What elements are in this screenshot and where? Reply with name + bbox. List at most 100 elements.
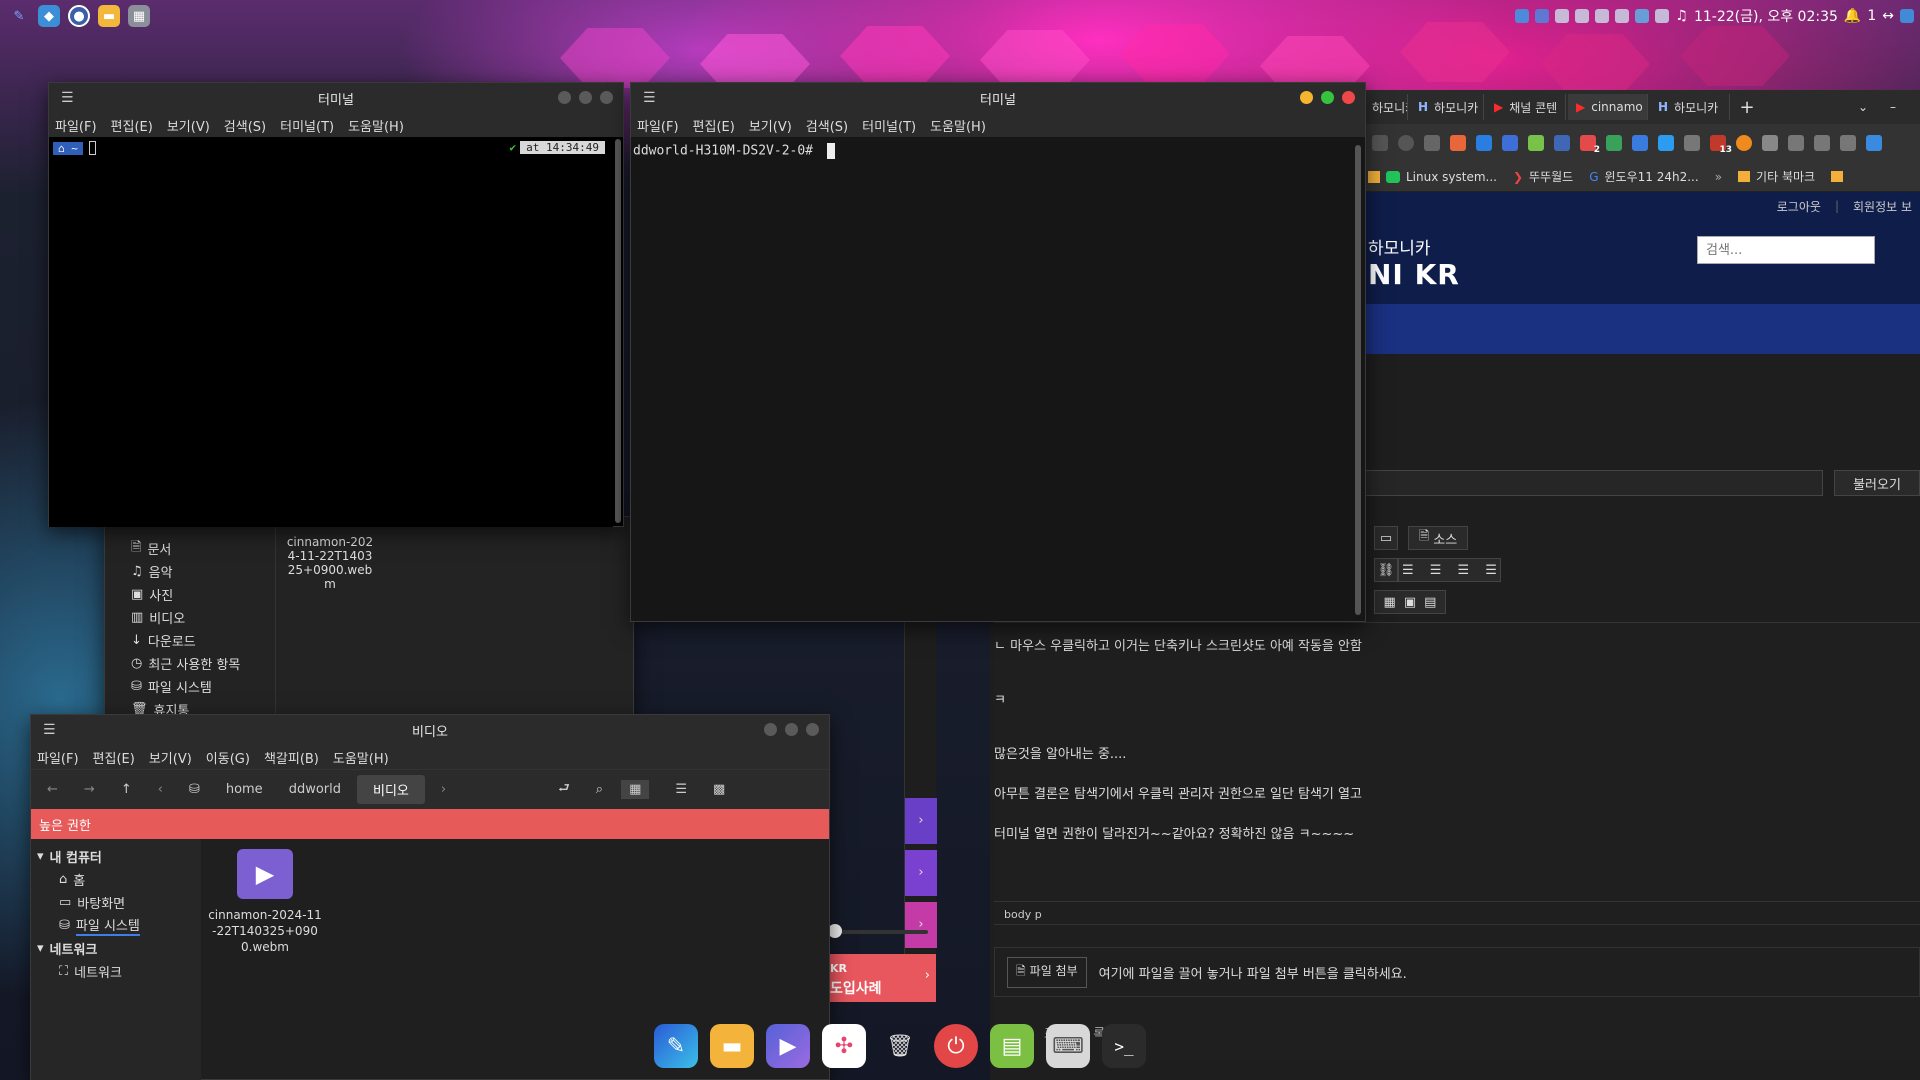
slider-handle[interactable]: [828, 924, 842, 938]
clipboard-icon[interactable]: [1555, 9, 1570, 23]
arrows-icon[interactable]: ↔: [1882, 8, 1894, 24]
tab-channel[interactable]: ▶ 채널 콘텐: [1486, 94, 1566, 120]
titlebar[interactable]: ☰ 비디오: [31, 715, 829, 745]
installer-icon[interactable]: ▤: [990, 1024, 1034, 1068]
extension-icon[interactable]: [1736, 135, 1752, 151]
brand-en[interactable]: NI KR: [1368, 258, 1460, 291]
bookmark-ddworld[interactable]: ❯ 뚜뚜월드: [1513, 168, 1573, 185]
app-tray-icon[interactable]: [1535, 9, 1550, 23]
menu-view[interactable]: 보기(V): [149, 748, 192, 767]
menu-edit[interactable]: 편집(E): [693, 116, 735, 135]
file-label[interactable]: cinnamon-2024-11-22T140325+0900.webm: [285, 535, 375, 591]
clock[interactable]: 11-22(금), 오후 02:35: [1694, 6, 1838, 26]
extension-icon[interactable]: [1502, 135, 1518, 151]
files-icon[interactable]: ▬: [98, 5, 120, 27]
image-icon[interactable]: ▣: [1404, 595, 1416, 610]
sidebar-item-videos[interactable]: ▥ 비디오: [131, 606, 281, 629]
toggle-location-icon[interactable]: ⮐: [558, 779, 570, 801]
menu-terminal[interactable]: 터미널(T): [280, 116, 334, 135]
pinwheel-icon[interactable]: ✣: [822, 1024, 866, 1068]
arrow-right-icon[interactable]: ›: [905, 850, 937, 896]
menu-view[interactable]: 보기(V): [749, 116, 792, 135]
align-left-icon[interactable]: ☰: [1402, 563, 1414, 578]
menu-file[interactable]: 파일(F): [55, 116, 97, 135]
minimize-icon[interactable]: –: [1890, 100, 1920, 114]
table-icon[interactable]: ▦: [1384, 595, 1396, 610]
sidebar-item-filesystem[interactable]: ⛁ 파일 시스템: [31, 914, 201, 937]
menu-help[interactable]: 도움말(H): [348, 116, 404, 135]
forward-icon[interactable]: →: [84, 782, 95, 797]
keyboard-icon[interactable]: ⌨: [1046, 1024, 1090, 1068]
tab-cinnamon[interactable]: ▶ cinnamo: [1568, 94, 1648, 120]
menu-terminal[interactable]: 터미널(T): [862, 116, 916, 135]
extension-icon[interactable]: 2: [1580, 135, 1600, 155]
browser-icon[interactable]: ◆: [38, 5, 60, 27]
sidebar-item-pictures[interactable]: ▣ 사진: [131, 583, 281, 606]
search-icon[interactable]: ⌕: [596, 782, 603, 797]
star-icon[interactable]: [1424, 135, 1440, 151]
close-button[interactable]: [1342, 91, 1355, 104]
cinnamon-icon[interactable]: ●: [68, 5, 90, 27]
slider-track[interactable]: [828, 924, 928, 938]
menu-help[interactable]: 도움말(H): [930, 116, 986, 135]
logout-link[interactable]: 로그아웃: [1777, 198, 1821, 215]
menu-icon[interactable]: ☰: [61, 90, 74, 106]
extension-icon[interactable]: [1658, 135, 1674, 151]
sidebar-item-network[interactable]: ⛶ 네트워크: [31, 960, 201, 983]
titlebar[interactable]: ☰ 터미널: [631, 83, 1365, 113]
drive-icon[interactable]: ⛁: [189, 782, 200, 797]
picture-icon[interactable]: ▤: [1424, 595, 1436, 610]
close-button[interactable]: [806, 723, 819, 736]
menu-bookmarks[interactable]: 책갈피(B): [264, 748, 319, 767]
video-icon[interactable]: ▶: [766, 1024, 810, 1068]
feather-icon[interactable]: ✎: [654, 1024, 698, 1068]
bookmark-linux[interactable]: Linux system...: [1368, 170, 1497, 184]
promo-banner[interactable]: KR 도입사례 ›: [826, 954, 936, 1002]
up-icon[interactable]: ↑: [121, 782, 132, 797]
minimize-button[interactable]: [1300, 91, 1313, 104]
site-search-input[interactable]: [1697, 236, 1875, 264]
extension-icon[interactable]: [1476, 135, 1492, 151]
extension-icon[interactable]: [1606, 135, 1622, 151]
maximize-button[interactable]: [785, 723, 798, 736]
section-network[interactable]: ▾ 네트워크: [31, 937, 201, 960]
window-icon[interactable]: [1814, 135, 1830, 151]
sidebar-item-downloads[interactable]: ↓ 다운로드: [131, 629, 281, 652]
network-tray-icon[interactable]: [1635, 9, 1650, 23]
calendar-icon[interactable]: [1655, 9, 1670, 23]
sidebar-item-recent[interactable]: ◷ 최근 사용한 항목: [131, 652, 281, 675]
compact-view-icon[interactable]: ▩: [713, 782, 725, 797]
sidebar-item-music[interactable]: ♫ 음악: [131, 560, 281, 583]
twitter-icon[interactable]: [1515, 9, 1530, 23]
brand-ko[interactable]: 하모니카: [1368, 234, 1431, 259]
puzzle-icon[interactable]: [1762, 135, 1778, 151]
profile-icon[interactable]: [1866, 135, 1882, 151]
menu-view[interactable]: 보기(V): [167, 116, 210, 135]
sidebar-item-home[interactable]: ⌂ 홈: [31, 868, 201, 891]
power-icon[interactable]: ⏻: [934, 1024, 978, 1068]
scrollbar[interactable]: [615, 139, 621, 523]
source-button[interactable]: 🗎 소스: [1408, 526, 1468, 550]
maximize-button[interactable]: [579, 91, 592, 104]
scrollbar[interactable]: [1355, 145, 1361, 615]
menu-icon[interactable]: ☰: [643, 90, 656, 106]
justify-icon[interactable]: ☰: [1485, 563, 1497, 578]
attach-button[interactable]: 🗎 파일 첨부: [1007, 956, 1087, 988]
menu-search[interactable]: 검색(S): [806, 116, 848, 135]
editor-content[interactable]: ㄴ 마우스 우클릭하고 이거는 단축키나 스크린샷도 아예 작동을 안함 ㅋ 많…: [994, 622, 1920, 1060]
extension-icon[interactable]: [1450, 135, 1466, 151]
align-center-icon[interactable]: ☰: [1430, 563, 1442, 578]
maximize-button[interactable]: [1321, 91, 1334, 104]
reading-list-icon[interactable]: [1788, 135, 1804, 151]
bookmark-other[interactable]: 기타 북마크: [1738, 168, 1815, 185]
preview-icon[interactable]: ▭: [1374, 526, 1398, 550]
link-icon[interactable]: ⛓: [1374, 558, 1398, 582]
new-tab-icon[interactable]: +: [1732, 97, 1762, 118]
menu-help[interactable]: 도움말(H): [333, 748, 389, 767]
music-icon[interactable]: ♫: [1675, 8, 1688, 24]
terminal-output[interactable]: ⌂ ~ ✔ at 14:34:49: [49, 137, 613, 527]
menu-edit[interactable]: 편집(E): [93, 748, 135, 767]
path-videos[interactable]: 비디오: [357, 775, 425, 804]
tab-harmonica-2[interactable]: H 하모니카: [1410, 94, 1484, 120]
terminal-output[interactable]: ddworld-H310M-DS2V-2-0#: [631, 137, 1353, 621]
